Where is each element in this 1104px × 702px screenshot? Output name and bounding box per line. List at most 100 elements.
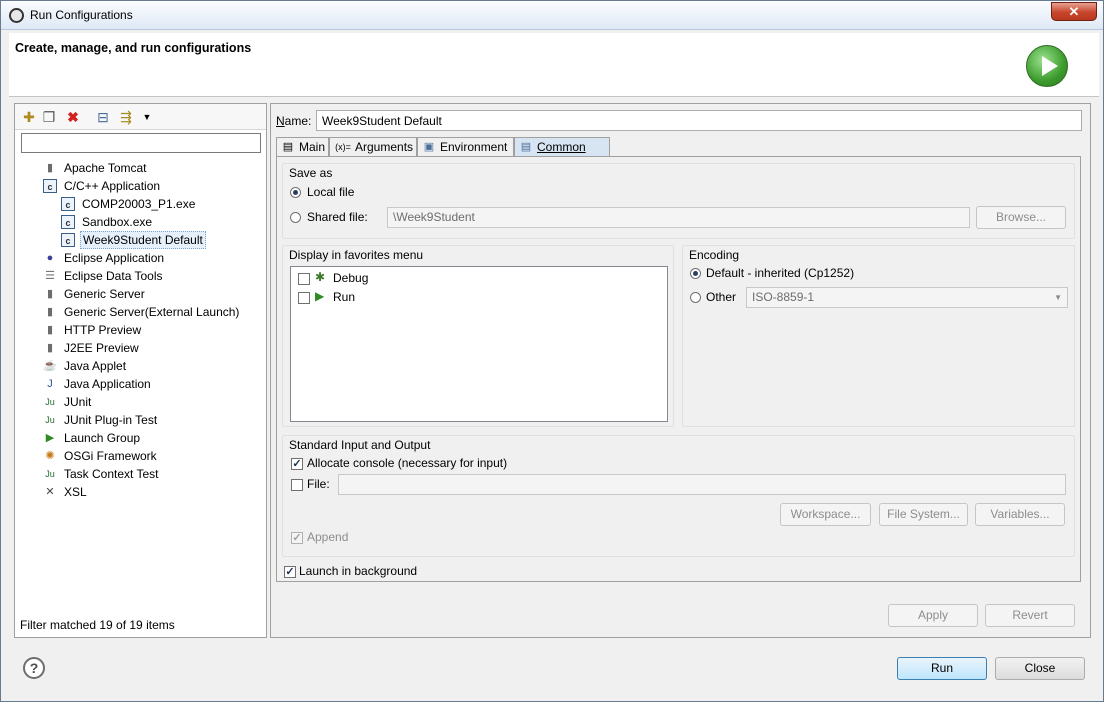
c-app-icon: c — [61, 215, 75, 229]
allocate-console-label: Allocate console (necessary for input) — [307, 456, 508, 470]
output-file-checkbox[interactable] — [291, 479, 303, 491]
append-label: Append — [307, 530, 349, 544]
tree-item-label: COMP20003_P1.exe — [82, 197, 196, 211]
save-as-title: Save as — [289, 166, 333, 180]
tree-item-label: Generic Server(External Launch) — [64, 305, 240, 319]
tree-item-label: Java Applet — [64, 359, 127, 373]
common-icon: ▤ — [520, 141, 532, 153]
debug-checkbox[interactable] — [298, 273, 310, 285]
tree-item-label: Eclipse Data Tools — [64, 269, 163, 283]
run-icon: ▶ — [315, 289, 325, 303]
run-logo-icon — [1026, 45, 1068, 87]
other-encoding-label: Other — [706, 290, 737, 304]
tree-item-label: Apache Tomcat — [64, 161, 147, 175]
apply-button[interactable]: Apply — [888, 604, 978, 627]
help-icon[interactable]: ? — [23, 657, 45, 679]
debug-label: Debug — [333, 271, 369, 285]
tree-item-label: Week9Student Default — [80, 231, 206, 249]
osgi-icon: ✺ — [45, 450, 55, 462]
tree-toolbar: ✚ ❐ ✖ ⊟ ⇶ ▼ — [15, 104, 266, 130]
tree-item-label: Launch Group — [64, 431, 141, 445]
tab-main[interactable]: ▤ Main — [276, 137, 329, 157]
tree-item-label: HTTP Preview — [64, 323, 142, 337]
chevron-down-icon: ▼ — [1054, 293, 1062, 302]
allocate-console-checkbox[interactable] — [291, 458, 303, 470]
other-encoding-radio[interactable] — [690, 292, 701, 303]
favorites-list: ✱ Debug ▶ Run — [290, 266, 668, 422]
tab-common[interactable]: ▤ Common — [514, 137, 610, 157]
filter-status: Filter matched 19 of 19 items — [20, 618, 175, 632]
collapse-all-icon[interactable]: ⊟ — [95, 109, 111, 125]
header-title: Create, manage, and run configurations — [15, 41, 252, 55]
java-applet-icon: ☕ — [43, 360, 57, 372]
default-encoding-label: Default - inherited (Cp1252) — [706, 266, 855, 280]
duplicate-icon[interactable]: ❐ — [41, 109, 57, 125]
local-file-radio[interactable] — [290, 187, 301, 198]
close-window-button[interactable]: ✕ — [1051, 2, 1097, 21]
tree-item-label: Eclipse Application — [64, 251, 165, 265]
save-as-group: Save as Local file Shared file: \Week9St… — [282, 163, 1075, 239]
revert-button[interactable]: Revert — [985, 604, 1075, 627]
environment-icon: ▣ — [423, 141, 435, 153]
shared-file-path[interactable]: \Week9Student — [387, 207, 970, 228]
tree-item-label: Sandbox.exe — [82, 215, 153, 229]
tree-item-label: Task Context Test — [64, 467, 159, 481]
delete-icon[interactable]: ✖ — [65, 109, 81, 125]
run-label: Run — [333, 290, 356, 304]
run-button[interactable]: Run — [897, 657, 987, 680]
output-file-label: File: — [307, 477, 330, 491]
java-app-icon: J — [47, 378, 53, 390]
tree-item-label: JUnit Plug-in Test — [64, 413, 158, 427]
window-title: Run Configurations — [30, 8, 133, 22]
configuration-tree-panel: ✚ ❐ ✖ ⊟ ⇶ ▼ ▮ Apache Tomcat c C/C++ Applica… — [14, 103, 267, 638]
filter-input[interactable] — [21, 133, 261, 153]
encoding-title: Encoding — [689, 248, 740, 262]
other-encoding-select[interactable]: ISO-8859-1 ▼ — [746, 287, 1068, 308]
favorites-group: Display in favorites menu ✱ Debug ▶ Run — [282, 245, 674, 427]
c-app-icon: c — [61, 197, 75, 211]
output-file-field[interactable] — [338, 474, 1066, 495]
tab-environment[interactable]: ▣ Environment — [417, 137, 514, 157]
filter-icon[interactable]: ⇶ — [118, 109, 134, 125]
tab-arguments[interactable]: (x)= Arguments — [329, 137, 417, 157]
append-checkbox[interactable] — [291, 532, 303, 544]
default-encoding-radio[interactable] — [690, 268, 701, 279]
c-app-icon: c — [43, 179, 57, 193]
run-checkbox[interactable] — [298, 292, 310, 304]
database-icon: ☰ — [45, 270, 55, 282]
junit-plugin-icon: Ju — [45, 415, 55, 425]
close-button[interactable]: Close — [995, 657, 1085, 680]
tree-item-label: JUnit — [64, 395, 92, 409]
tree-item-label: C/C++ Application — [64, 179, 161, 193]
name-field[interactable] — [316, 110, 1082, 131]
tree-item-label: OSGi Framework — [64, 449, 157, 463]
configuration-editor: Name: ▤ Main (x)= Arguments ▣ Environmen… — [270, 103, 1091, 638]
tree-item-label: Generic Server — [64, 287, 145, 301]
new-configuration-icon[interactable]: ✚ — [21, 109, 37, 125]
run-configurations-dialog: Run Configurations ✕ Create, manage, and… — [0, 0, 1104, 702]
browse-button[interactable]: Browse... — [976, 206, 1066, 229]
launch-background-label: Launch in background — [299, 564, 418, 578]
shared-file-label: Shared file: — [307, 210, 368, 224]
file-system-button[interactable]: File System... — [879, 503, 968, 526]
xsl-icon: ✕ — [45, 486, 55, 498]
server-icon: ▮ — [46, 342, 54, 354]
tree-item-label: XSL — [64, 485, 87, 499]
server-icon: ▮ — [46, 162, 54, 174]
variables-button[interactable]: Variables... — [975, 503, 1065, 526]
server-icon: ▮ — [46, 306, 54, 318]
launch-group-icon: ▶ — [45, 432, 55, 444]
standard-io-group: Standard Input and Output Allocate conso… — [282, 435, 1075, 557]
view-menu-chevron-down-icon[interactable]: ▼ — [139, 109, 155, 125]
standard-io-title: Standard Input and Output — [289, 438, 431, 452]
title-bar: Run Configurations ✕ — [1, 1, 1103, 30]
workspace-button[interactable]: Workspace... — [780, 503, 871, 526]
eclipse-app-icon — [9, 8, 24, 23]
server-icon: ▮ — [46, 288, 54, 300]
main-tab-icon: ▤ — [282, 141, 294, 153]
shared-file-radio[interactable] — [290, 212, 301, 223]
launch-background-checkbox[interactable] — [284, 566, 296, 578]
tree-item-label: Java Application — [64, 377, 151, 391]
server-icon: ▮ — [46, 324, 54, 336]
encoding-group: Encoding Default - inherited (Cp1252) Ot… — [682, 245, 1075, 427]
